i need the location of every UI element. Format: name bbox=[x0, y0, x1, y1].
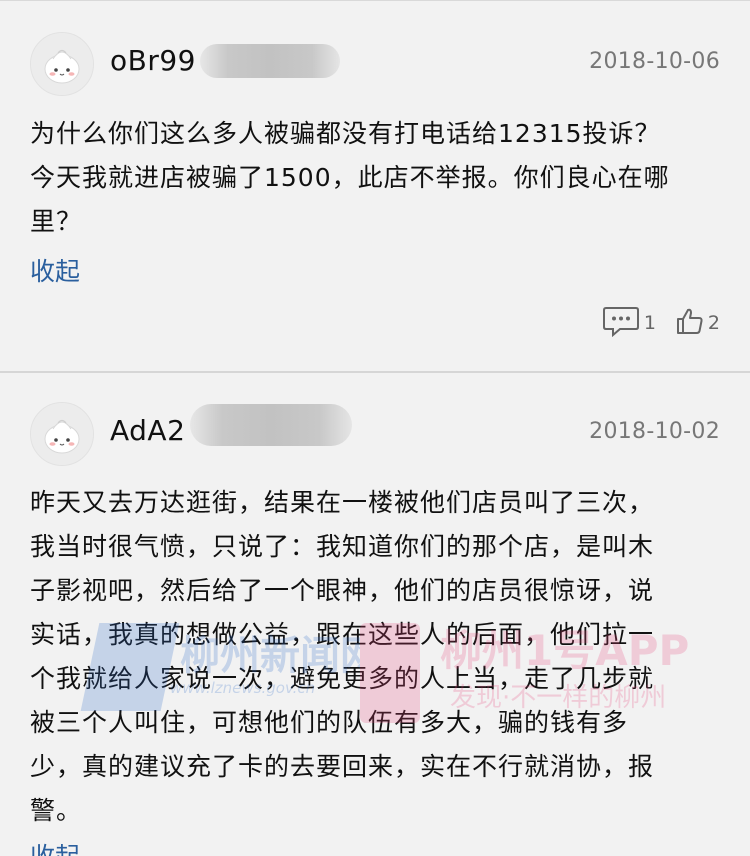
comment-bubble-icon bbox=[602, 305, 640, 341]
comment-line: 个我就给人家说一次，避免更多的人上当，走了几步就 bbox=[30, 664, 655, 693]
comment-date: 2018-10-02 bbox=[589, 419, 720, 444]
bun-avatar-icon[interactable] bbox=[30, 402, 94, 466]
comment-line: 警。 bbox=[30, 796, 83, 825]
comment-line: 昨天又去万达逛街，结果在一楼被他们店员叫了三次， bbox=[30, 488, 655, 517]
bun-avatar-icon[interactable] bbox=[30, 32, 94, 96]
username-redaction-mask bbox=[190, 404, 352, 446]
comment-line: 子影视吧，然后给了一个眼神，他们的店员很惊讶，说 bbox=[30, 576, 655, 605]
top-divider bbox=[0, 0, 750, 1]
comment-line: 今天我就进店被骗了1500，此店不举报。你们良心在哪 bbox=[30, 163, 670, 192]
comment-body: 为什么你们这么多人被骗都没有打电话给12315投诉？ 今天我就进店被骗了1500… bbox=[30, 112, 720, 244]
like-button[interactable]: 2 bbox=[676, 307, 720, 339]
comment-body: 昨天又去万达逛街，结果在一楼被他们店员叫了三次， 我当时很气愤，只说了：我知道你… bbox=[30, 481, 720, 833]
comment-line: 里？ bbox=[30, 207, 83, 236]
like-count: 2 bbox=[707, 312, 720, 334]
comment-line: 被三个人叫住，可想他们的队伍有多大，骗的钱有多 bbox=[30, 708, 629, 737]
collapse-link[interactable]: 收起 bbox=[30, 837, 80, 856]
comment-line: 少，真的建议充了卡的去要回来，实在不行就消协，报 bbox=[30, 752, 655, 781]
comment-item: AdA2 2018-10-02 昨天又去万达逛街，结果在一楼被他们店员叫了三次，… bbox=[0, 373, 750, 856]
comment-actions: 1 2 bbox=[582, 306, 720, 340]
reply-button[interactable]: 1 bbox=[602, 305, 656, 341]
comment-line: 为什么你们这么多人被骗都没有打电话给12315投诉？ bbox=[30, 119, 661, 148]
comment-item: oBr99 2018-10-06 为什么你们这么多人被骗都没有打电话给12315… bbox=[0, 2, 750, 370]
thumbs-up-icon bbox=[676, 307, 704, 339]
reply-count: 1 bbox=[643, 312, 656, 334]
comment-line: 实话，我真的想做公益，跟在这些人的后面，他们拉一 bbox=[30, 620, 655, 649]
comment-date: 2018-10-06 bbox=[589, 49, 720, 74]
username-redaction-mask bbox=[200, 44, 340, 78]
collapse-link[interactable]: 收起 bbox=[30, 252, 80, 288]
comment-username[interactable]: oBr99 bbox=[110, 44, 196, 77]
comment-list: oBr99 2018-10-06 为什么你们这么多人被骗都没有打电话给12315… bbox=[0, 0, 750, 856]
comment-line: 我当时很气愤，只说了：我知道你们的那个店，是叫木 bbox=[30, 532, 655, 561]
comment-username[interactable]: AdA2 bbox=[110, 414, 185, 447]
